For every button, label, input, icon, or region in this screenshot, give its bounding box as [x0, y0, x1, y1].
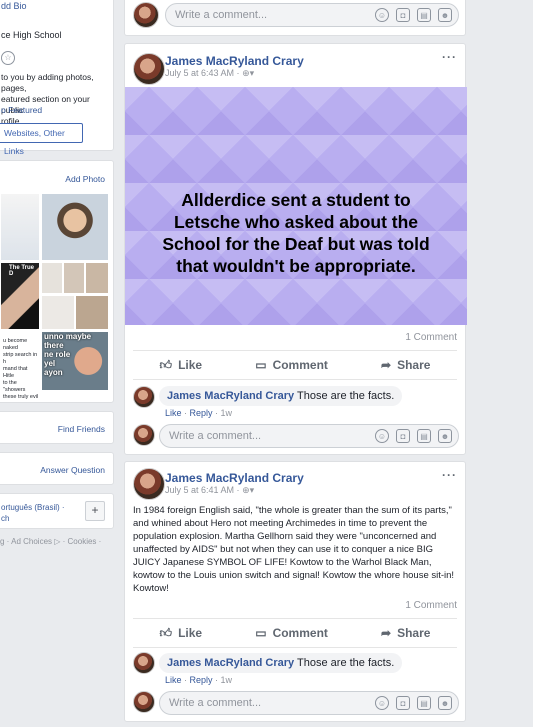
camera-icon[interactable]: ◘: [396, 429, 410, 443]
thumbs-up-icon: 👍︎: [159, 625, 173, 640]
photo-thumb[interactable]: [1, 194, 39, 260]
sidebar-footer-links[interactable]: g · Ad Choices ▷ · Cookies ·: [0, 537, 101, 546]
comment-input[interactable]: Write a comment... ☺ ◘ ▤ ☻: [165, 3, 459, 27]
share-arrow-icon: ➦: [381, 626, 392, 640]
globe-icon[interactable]: ⊕▾: [242, 485, 254, 495]
action-bar: 👍︎ Like ▭ Comment ➦ Share: [133, 618, 457, 648]
language-link[interactable]: ortuguês (Brasil) ·: [1, 503, 65, 512]
add-featured-link[interactable]: o Featured: [1, 105, 42, 115]
star-icon: ☆: [1, 51, 15, 65]
comment-reply-link[interactable]: Reply: [190, 675, 213, 685]
post-card: James MacRyland Crary July 5 at 6:41 AM …: [124, 461, 466, 722]
featured-text: to you by adding photos, pages, eatured …: [1, 72, 94, 126]
more-options-icon[interactable]: ···: [442, 468, 457, 482]
answer-question-link[interactable]: Answer Question: [40, 465, 105, 475]
post-author[interactable]: James MacRyland Crary: [165, 471, 304, 485]
comment-text: Those are the facts.: [297, 390, 395, 402]
photo-thumb[interactable]: [42, 296, 74, 329]
photo-thumb[interactable]: [42, 194, 108, 260]
comment-button[interactable]: ▭ Comment: [255, 358, 328, 372]
photos-card: Add Photo The True D u become naked stri…: [0, 160, 114, 403]
intro-card: dd Bio ce High School ☆ to you by adding…: [0, 0, 114, 156]
comment-text: Those are the facts.: [297, 657, 395, 669]
post-card: James MacRyland Crary July 5 at 6:43 AM …: [124, 43, 467, 455]
post-time[interactable]: July 5 at 6:43 AM · ⊕▾: [165, 68, 254, 79]
emoji-icon[interactable]: ☺: [375, 8, 389, 22]
avatar[interactable]: [133, 691, 155, 713]
sticker-icon[interactable]: ☻: [438, 8, 452, 22]
camera-icon[interactable]: ◘: [396, 696, 410, 710]
camera-icon[interactable]: ◘: [396, 8, 410, 22]
add-photo-link[interactable]: Add Photo: [65, 174, 105, 184]
emoji-icon[interactable]: ☺: [375, 429, 389, 443]
gif-icon[interactable]: ▤: [417, 429, 431, 443]
comment-like-link[interactable]: Like: [165, 408, 182, 418]
comment-actions: Like · Reply · 1w: [165, 675, 233, 685]
speech-bubble-icon: ▭: [255, 358, 267, 372]
action-bar: 👍︎ Like ▭ Comment ➦ Share: [133, 350, 457, 380]
globe-icon[interactable]: ⊕▾: [242, 68, 254, 78]
comment-count[interactable]: 1 Comment: [405, 332, 457, 343]
comment-count[interactable]: 1 Comment: [405, 600, 457, 611]
add-links-button[interactable]: Websites, Other Links: [0, 123, 83, 156]
post-author[interactable]: James MacRyland Crary: [165, 54, 304, 68]
find-friends-card: Find Friends: [0, 411, 114, 444]
share-button[interactable]: ➦ Share: [381, 626, 430, 640]
share-button[interactable]: ➦ Share: [381, 358, 430, 372]
share-arrow-icon: ➦: [381, 358, 392, 372]
post-time[interactable]: July 5 at 6:41 AM · ⊕▾: [165, 485, 254, 496]
comment-button[interactable]: ▭ Comment: [255, 626, 328, 640]
comment-bubble: James MacRyland Crary Those are the fact…: [159, 653, 403, 673]
image-caption: Allderdice sent a student to Letsche who…: [162, 190, 430, 276]
photo-thumb[interactable]: u become naked strip search in h mand th…: [1, 332, 39, 400]
sticker-icon[interactable]: ☻: [438, 696, 452, 710]
avatar[interactable]: [133, 2, 159, 28]
photo-thumb[interactable]: [76, 296, 108, 329]
language-card: ortuguês (Brasil) · ch +: [0, 493, 114, 529]
comment-input[interactable]: Write a comment... ☺ ◘ ▤ ☻: [159, 424, 459, 448]
add-bio-link[interactable]: dd Bio: [1, 1, 27, 11]
photo-thumb[interactable]: The True D: [1, 263, 39, 329]
author-avatar[interactable]: [133, 53, 165, 85]
commenter-avatar[interactable]: [133, 652, 155, 674]
photo-thumb[interactable]: [86, 263, 108, 293]
comment-bubble: James MacRyland Crary Those are the fact…: [159, 386, 403, 406]
author-avatar[interactable]: [133, 468, 165, 500]
post-image[interactable]: Allderdice sent a student to Letsche who…: [125, 87, 467, 325]
answer-card: Answer Question: [0, 452, 114, 485]
comment-actions: Like · Reply · 1w: [165, 408, 233, 418]
speech-bubble-icon: ▭: [255, 626, 267, 640]
photo-thumb[interactable]: unno maybe there ne role yel ayon: [42, 332, 108, 390]
avatar[interactable]: [133, 424, 155, 446]
post-body: In 1984 foreign English said, "the whole…: [133, 505, 455, 594]
comment-like-link[interactable]: Like: [165, 675, 182, 685]
photo-thumb[interactable]: [42, 263, 62, 293]
like-button[interactable]: 👍︎ Like: [160, 358, 203, 373]
like-button[interactable]: 👍︎ Like: [160, 626, 203, 641]
gif-icon[interactable]: ▤: [417, 8, 431, 22]
previous-post-footer: Write a comment... ☺ ◘ ▤ ☻: [124, 0, 466, 36]
gif-icon[interactable]: ▤: [417, 696, 431, 710]
language-link-2[interactable]: ch: [1, 514, 9, 523]
photo-thumb[interactable]: [64, 263, 84, 293]
emoji-icon[interactable]: ☺: [375, 696, 389, 710]
commenter-avatar[interactable]: [133, 386, 155, 408]
school-text: ce High School: [1, 30, 62, 40]
add-language-button[interactable]: +: [85, 501, 105, 521]
comment-input[interactable]: Write a comment... ☺ ◘ ▤ ☻: [159, 691, 459, 715]
sticker-icon[interactable]: ☻: [438, 429, 452, 443]
more-options-icon[interactable]: ···: [442, 50, 457, 64]
find-friends-link[interactable]: Find Friends: [58, 424, 105, 434]
comment-reply-link[interactable]: Reply: [190, 408, 213, 418]
thumbs-up-icon: 👍︎: [159, 357, 173, 372]
